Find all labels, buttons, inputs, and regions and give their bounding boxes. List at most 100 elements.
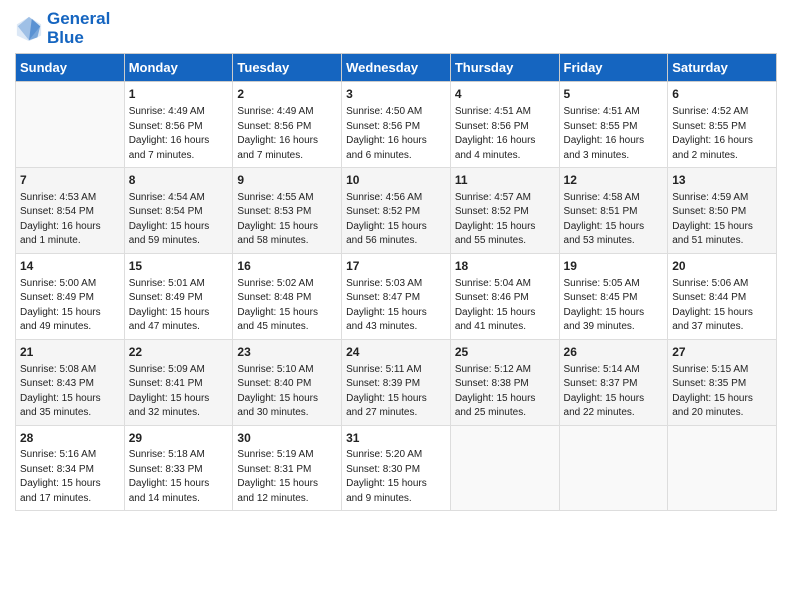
calendar-week-row: 1 Sunrise: 4:49 AMSunset: 8:56 PMDaylight… [16, 82, 777, 168]
calendar-cell: 25 Sunrise: 5:12 AMSunset: 8:38 PMDayligh… [450, 339, 559, 425]
calendar-week-row: 14 Sunrise: 5:00 AMSunset: 8:49 PMDayligh… [16, 253, 777, 339]
calendar-cell [559, 425, 668, 511]
cell-info: Sunrise: 5:16 AMSunset: 8:34 PMDaylight:… [20, 448, 120, 506]
day-number: 29 [129, 430, 229, 447]
calendar-cell: 17 Sunrise: 5:03 AMSunset: 8:47 PMDayligh… [342, 253, 451, 339]
day-number: 18 [455, 258, 555, 275]
day-number: 17 [346, 258, 446, 275]
weekday-header: Thursday [450, 54, 559, 82]
day-number: 22 [129, 344, 229, 361]
weekday-header: Saturday [668, 54, 777, 82]
cell-info: Sunrise: 5:12 AMSunset: 8:38 PMDaylight:… [455, 363, 555, 421]
calendar-week-row: 7 Sunrise: 4:53 AMSunset: 8:54 PMDaylight… [16, 168, 777, 254]
cell-info: Sunrise: 5:19 AMSunset: 8:31 PMDaylight:… [237, 448, 337, 506]
calendar-cell: 9Sunrise: 4:55 AMSunset: 8:53 PMDaylight… [233, 168, 342, 254]
weekday-header-row: SundayMondayTuesdayWednesdayThursdayFrid… [16, 54, 777, 82]
day-number: 3 [346, 86, 446, 103]
calendar-container: General Blue SundayMondayTuesdayWednesda… [0, 0, 792, 521]
calendar-week-row: 28Sunrise: 5:16 AMSunset: 8:34 PMDayligh… [16, 425, 777, 511]
day-number: 13 [672, 172, 772, 189]
weekday-header: Tuesday [233, 54, 342, 82]
logo-icon [15, 15, 43, 43]
day-number: 6 [672, 86, 772, 103]
day-number: 9 [237, 172, 337, 189]
calendar-cell: 14 Sunrise: 5:00 AMSunset: 8:49 PMDayligh… [16, 253, 125, 339]
cell-info: Sunrise: 5:08 AMSunset: 8:43 PMDaylight:… [20, 363, 120, 421]
day-number: 11 [455, 172, 555, 189]
cell-info: Sunrise: 5:02 AMSunset: 8:48 PMDaylight:… [237, 277, 337, 335]
day-number: 10 [346, 172, 446, 189]
logo-text: General Blue [47, 10, 110, 47]
calendar-cell: 7 Sunrise: 4:53 AMSunset: 8:54 PMDaylight… [16, 168, 125, 254]
cell-info: Sunrise: 4:51 AMSunset: 8:55 PMDaylight:… [564, 105, 664, 163]
day-number: 19 [564, 258, 664, 275]
cell-info: Sunrise: 5:09 AMSunset: 8:41 PMDaylight:… [129, 363, 229, 421]
weekday-header: Wednesday [342, 54, 451, 82]
calendar-cell [450, 425, 559, 511]
calendar-cell: 2 Sunrise: 4:49 AMSunset: 8:56 PMDaylight… [233, 82, 342, 168]
cell-info: Sunrise: 5:14 AMSunset: 8:37 PMDaylight:… [564, 363, 664, 421]
day-number: 26 [564, 344, 664, 361]
day-number: 7 [20, 172, 120, 189]
day-number: 8 [129, 172, 229, 189]
weekday-header: Sunday [16, 54, 125, 82]
day-number: 15 [129, 258, 229, 275]
cell-info: Sunrise: 4:51 AMSunset: 8:56 PMDaylight:… [455, 105, 555, 163]
weekday-header: Monday [124, 54, 233, 82]
day-number: 5 [564, 86, 664, 103]
calendar-cell: 28Sunrise: 5:16 AMSunset: 8:34 PMDayligh… [16, 425, 125, 511]
calendar-week-row: 21 Sunrise: 5:08 AMSunset: 8:43 PMDayligh… [16, 339, 777, 425]
calendar-cell: 23Sunrise: 5:10 AMSunset: 8:40 PMDayligh… [233, 339, 342, 425]
day-number: 12 [564, 172, 664, 189]
cell-info: Sunrise: 4:53 AMSunset: 8:54 PMDaylight:… [20, 191, 120, 249]
cell-info: Sunrise: 5:10 AMSunset: 8:40 PMDaylight:… [237, 363, 337, 421]
day-number: 24 [346, 344, 446, 361]
calendar-cell: 5 Sunrise: 4:51 AMSunset: 8:55 PMDaylight… [559, 82, 668, 168]
cell-info: Sunrise: 4:52 AMSunset: 8:55 PMDaylight:… [672, 105, 772, 163]
cell-info: Sunrise: 5:03 AMSunset: 8:47 PMDaylight:… [346, 277, 446, 335]
cell-info: Sunrise: 4:56 AMSunset: 8:52 PMDaylight:… [346, 191, 446, 249]
calendar-cell: 8 Sunrise: 4:54 AMSunset: 8:54 PMDaylight… [124, 168, 233, 254]
calendar-cell: 27 Sunrise: 5:15 AMSunset: 8:35 PMDayligh… [668, 339, 777, 425]
calendar-cell: 6 Sunrise: 4:52 AMSunset: 8:55 PMDaylight… [668, 82, 777, 168]
cell-info: Sunrise: 5:00 AMSunset: 8:49 PMDaylight:… [20, 277, 120, 335]
calendar-cell: 30Sunrise: 5:19 AMSunset: 8:31 PMDayligh… [233, 425, 342, 511]
day-number: 28 [20, 430, 120, 447]
cell-info: Sunrise: 5:18 AMSunset: 8:33 PMDaylight:… [129, 448, 229, 506]
cell-info: Sunrise: 5:04 AMSunset: 8:46 PMDaylight:… [455, 277, 555, 335]
day-number: 2 [237, 86, 337, 103]
day-number: 4 [455, 86, 555, 103]
cell-info: Sunrise: 5:11 AMSunset: 8:39 PMDaylight:… [346, 363, 446, 421]
calendar-cell: 19 Sunrise: 5:05 AMSunset: 8:45 PMDayligh… [559, 253, 668, 339]
cell-info: Sunrise: 4:49 AMSunset: 8:56 PMDaylight:… [237, 105, 337, 163]
calendar-cell: 15 Sunrise: 5:01 AMSunset: 8:49 PMDayligh… [124, 253, 233, 339]
weekday-header: Friday [559, 54, 668, 82]
cell-info: Sunrise: 4:50 AMSunset: 8:56 PMDaylight:… [346, 105, 446, 163]
cell-info: Sunrise: 5:01 AMSunset: 8:49 PMDaylight:… [129, 277, 229, 335]
cell-info: Sunrise: 5:15 AMSunset: 8:35 PMDaylight:… [672, 363, 772, 421]
calendar-cell: 18 Sunrise: 5:04 AMSunset: 8:46 PMDayligh… [450, 253, 559, 339]
cell-info: Sunrise: 4:58 AMSunset: 8:51 PMDaylight:… [564, 191, 664, 249]
logo: General Blue [15, 10, 110, 47]
calendar-cell: 1Sunrise: 4:49 AMSunset: 8:56 PMDaylight… [124, 82, 233, 168]
calendar-cell: 26 Sunrise: 5:14 AMSunset: 8:37 PMDayligh… [559, 339, 668, 425]
calendar-cell: 12 Sunrise: 4:58 AMSunset: 8:51 PMDayligh… [559, 168, 668, 254]
calendar-cell: 10 Sunrise: 4:56 AMSunset: 8:52 PMDayligh… [342, 168, 451, 254]
cell-info: Sunrise: 4:54 AMSunset: 8:54 PMDaylight:… [129, 191, 229, 249]
calendar-cell: 4 Sunrise: 4:51 AMSunset: 8:56 PMDaylight… [450, 82, 559, 168]
day-number: 27 [672, 344, 772, 361]
cell-info: Sunrise: 5:20 AMSunset: 8:30 PMDaylight:… [346, 448, 446, 506]
cell-info: Sunrise: 5:05 AMSunset: 8:45 PMDaylight:… [564, 277, 664, 335]
calendar-cell: 31Sunrise: 5:20 AMSunset: 8:30 PMDayligh… [342, 425, 451, 511]
calendar-cell: 29Sunrise: 5:18 AMSunset: 8:33 PMDayligh… [124, 425, 233, 511]
cell-info: Sunrise: 4:59 AMSunset: 8:50 PMDaylight:… [672, 191, 772, 249]
day-number: 21 [20, 344, 120, 361]
calendar-cell [668, 425, 777, 511]
day-number: 25 [455, 344, 555, 361]
calendar-cell: 13 Sunrise: 4:59 AMSunset: 8:50 PMDayligh… [668, 168, 777, 254]
day-number: 1 [129, 86, 229, 103]
day-number: 14 [20, 258, 120, 275]
header-row: General Blue [15, 10, 777, 47]
day-number: 30 [237, 430, 337, 447]
calendar-cell [16, 82, 125, 168]
